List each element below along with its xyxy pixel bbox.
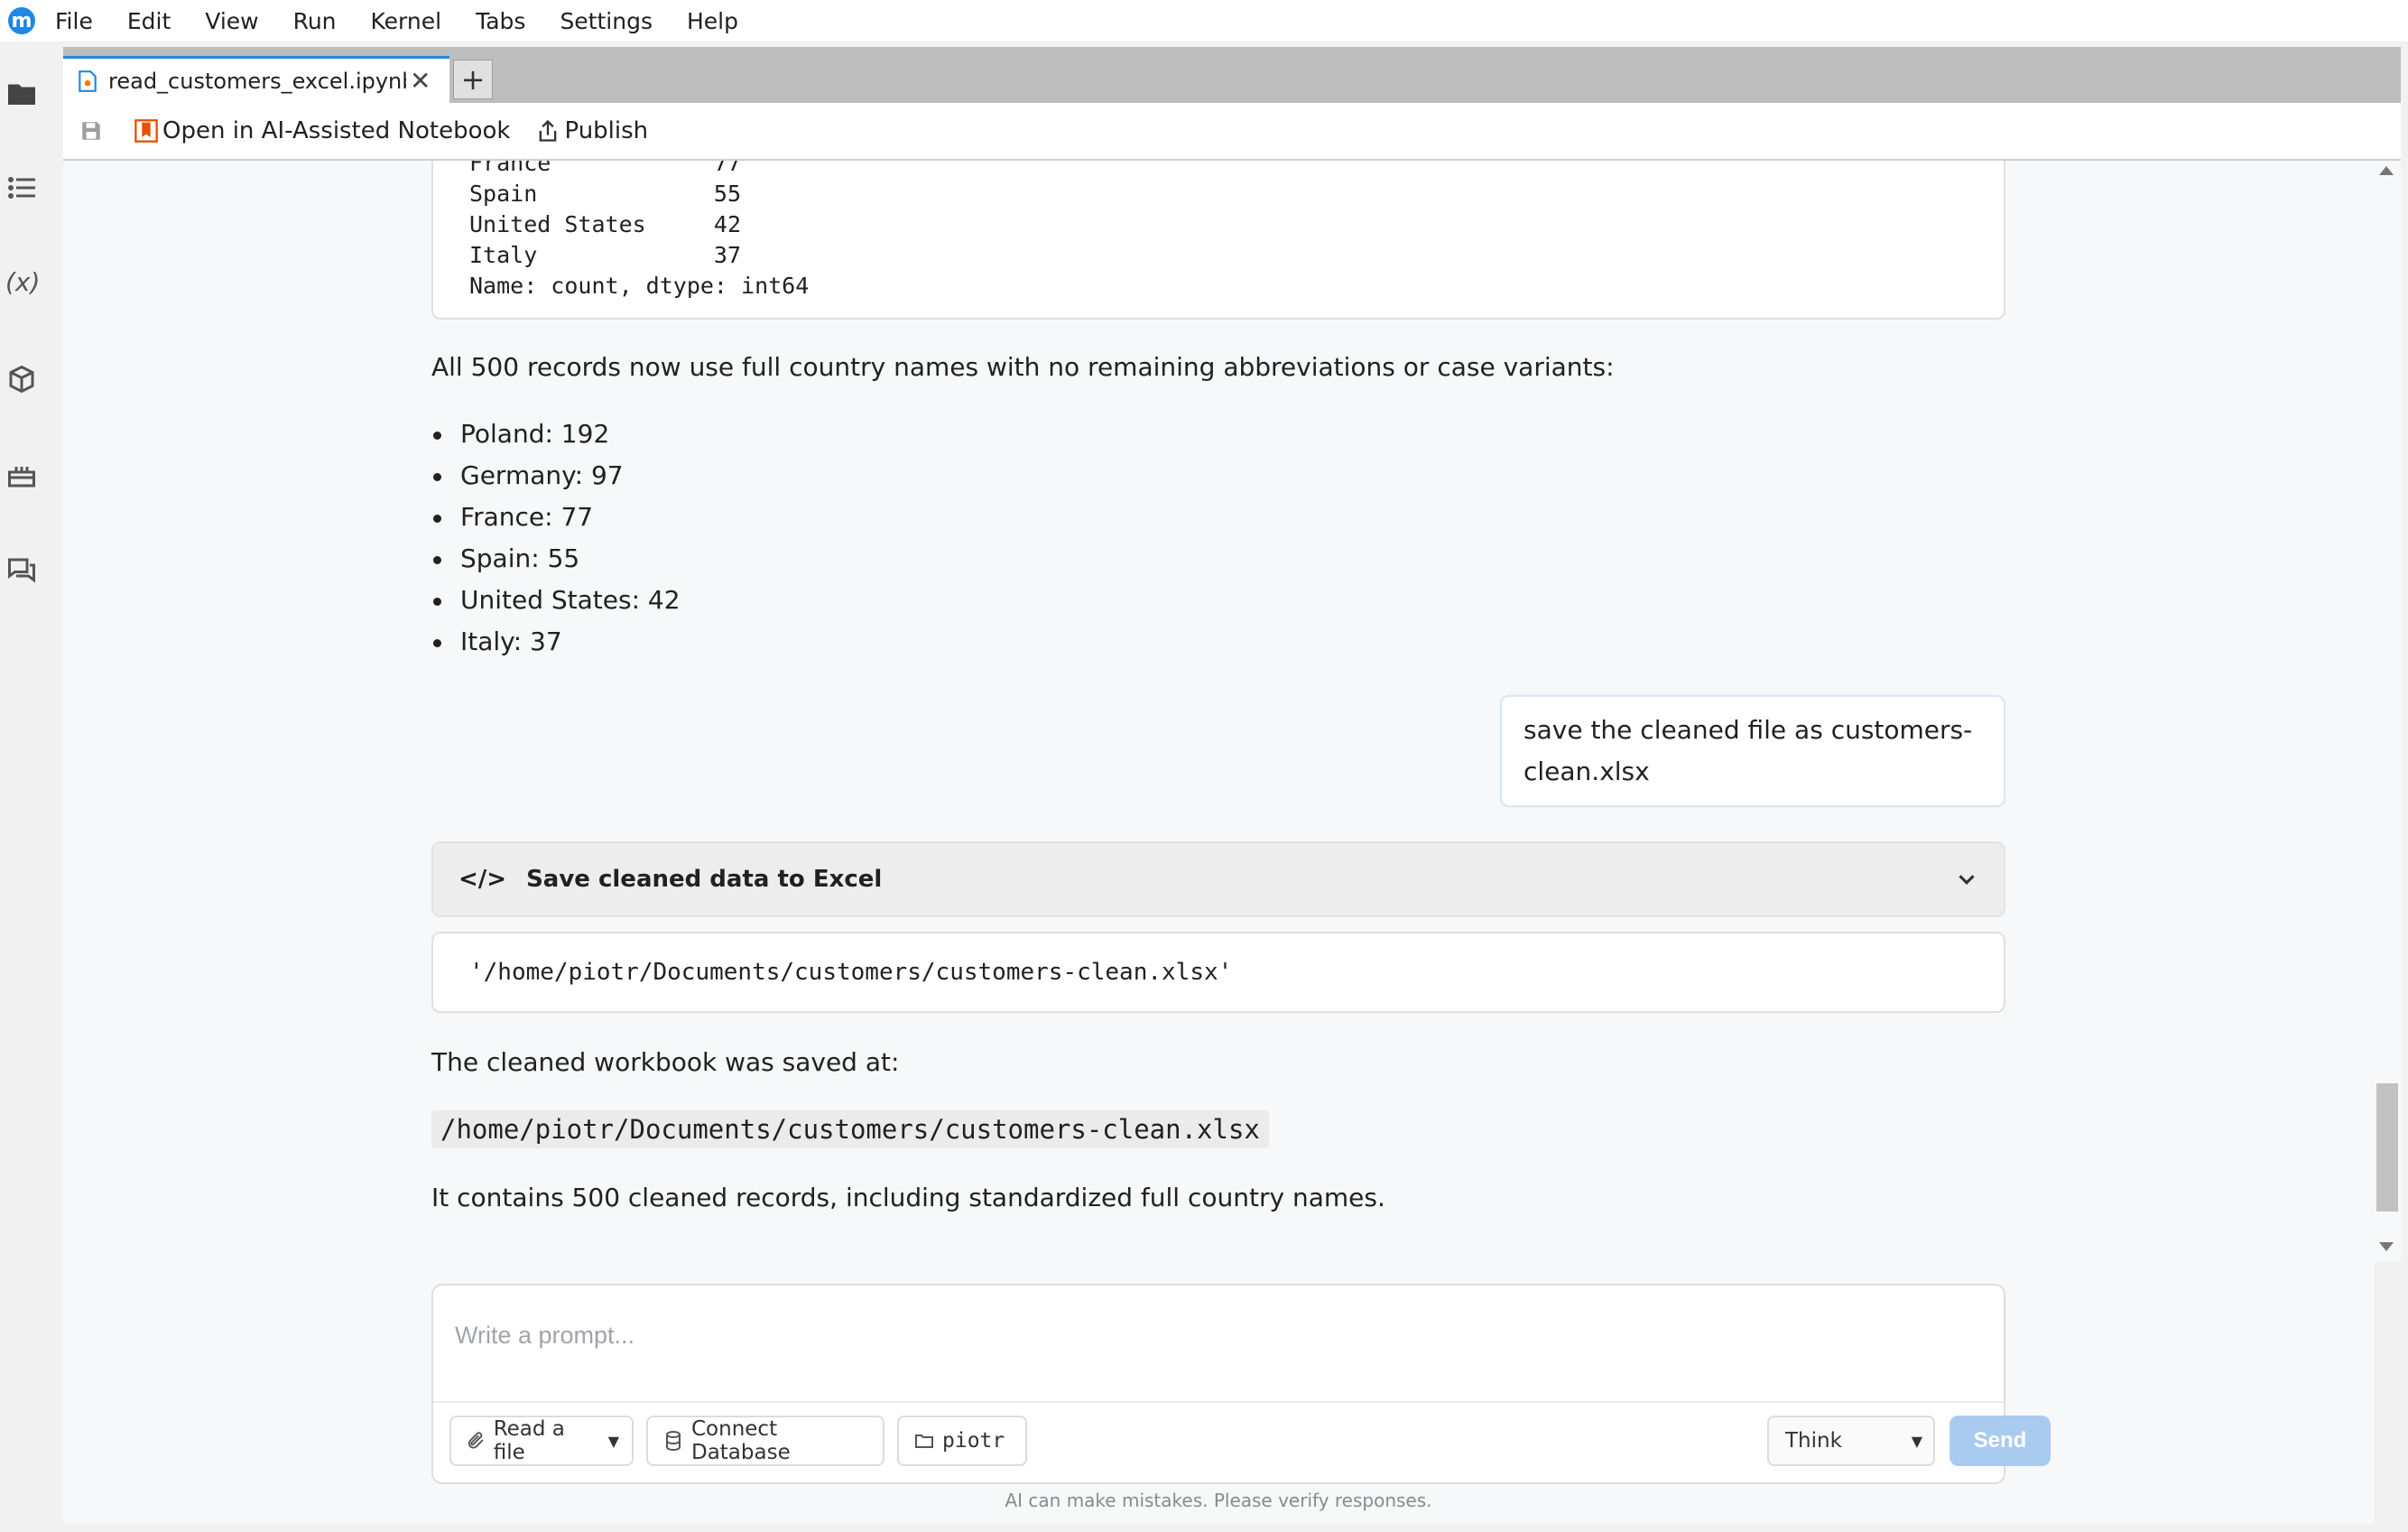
scroll-down-icon[interactable] <box>2379 1242 2394 1251</box>
contains-text: It contains 500 cleaned records, includi… <box>431 1183 1385 1212</box>
close-icon[interactable]: ✕ <box>410 66 431 96</box>
caret-down-icon: ▼ <box>607 1432 619 1450</box>
prompt-box: Read a file ▼ Connect Database piotr Thi… <box>431 1284 2051 1484</box>
think-select[interactable]: Think ▼ <box>1767 1416 1935 1466</box>
list-item: Italy: 37 <box>433 627 562 656</box>
menu-run[interactable]: Run <box>293 8 337 34</box>
output-line: France 77 <box>469 161 742 176</box>
share-icon <box>540 119 557 142</box>
list-item: Poland: 192 <box>432 419 610 449</box>
open-ai-notebook-label: Open in AI-Assisted Notebook <box>162 117 511 144</box>
list-item: France: 77 <box>432 502 594 532</box>
output-cell: France 77 Spain 55 United States 42 Ital… <box>431 161 2005 320</box>
caret-down-icon: ▼ <box>1911 1432 1922 1450</box>
scrollbar[interactable] <box>2374 161 2401 1262</box>
menu-view[interactable]: View <box>205 8 258 34</box>
new-tab-button[interactable]: + <box>453 60 493 99</box>
list-icon[interactable] <box>5 172 38 204</box>
publish-button[interactable]: Publish <box>535 117 648 144</box>
tab-bar: read_customers_excel.ipynb ✕ + <box>63 47 2401 103</box>
user-message: save the cleaned file as customers-clean… <box>1500 695 2005 807</box>
code-cell-header[interactable]: </> Save cleaned data to Excel <box>431 841 2005 917</box>
list-item: Spain: 55 <box>432 543 580 573</box>
bookmark-icon <box>134 119 158 143</box>
read-file-label: Read a file <box>493 1417 565 1464</box>
database-icon <box>665 1431 681 1451</box>
folder-button[interactable]: piotr <box>897 1416 1027 1466</box>
connect-database-button[interactable]: Connect Database <box>646 1416 884 1466</box>
output-line: Name: count, dtype: int64 <box>469 273 810 299</box>
tab-notebook[interactable]: read_customers_excel.ipynb ✕ <box>63 56 449 103</box>
notebook-content: France 77 Spain 55 United States 42 Ital… <box>63 161 2374 1524</box>
folder-icon[interactable] <box>5 78 38 110</box>
read-file-button[interactable]: Read a file ▼ <box>449 1416 634 1466</box>
send-button[interactable]: Send <box>1950 1416 2051 1466</box>
menu-file[interactable]: File <box>55 8 93 34</box>
disclaimer: AI can make mistakes. Please verify resp… <box>1005 1490 1432 1511</box>
summary-intro: All 500 records now use full country nam… <box>431 352 1615 382</box>
list-item: United States: 42 <box>433 585 681 615</box>
package-icon[interactable] <box>5 363 38 395</box>
code-result: '/home/piotr/Documents/customers/custome… <box>431 932 2005 1013</box>
code-cell-title: Save cleaned data to Excel <box>526 866 883 893</box>
prompt-divider <box>433 1401 2004 1403</box>
paperclip-icon <box>468 1432 484 1449</box>
prompt-input[interactable] <box>453 1307 1982 1363</box>
folder-label: piotr <box>942 1429 1005 1453</box>
menu-bar: m File Edit View Run Kernel Tabs Setting… <box>0 0 2408 42</box>
save-icon[interactable] <box>79 119 103 143</box>
code-icon: </> <box>458 866 507 893</box>
tab-label: read_customers_excel.ipynb <box>108 68 406 94</box>
folder-open-icon <box>915 1435 933 1448</box>
code-result-text: '/home/piotr/Documents/customers/custome… <box>469 959 1233 986</box>
open-ai-notebook-button[interactable]: Open in AI-Assisted Notebook <box>134 117 510 144</box>
saved-path: /home/piotr/Documents/customers/customer… <box>431 1110 1269 1148</box>
menu-edit[interactable]: Edit <box>127 8 171 34</box>
cake-icon[interactable] <box>5 459 38 491</box>
app-logo: m <box>8 7 35 34</box>
menu-kernel[interactable]: Kernel <box>371 8 442 34</box>
menu-settings[interactable]: Settings <box>560 8 653 34</box>
menu-help[interactable]: Help <box>687 8 738 34</box>
chevron-down-icon[interactable] <box>1953 866 1980 893</box>
publish-label: Publish <box>564 117 649 144</box>
list-item: Germany: 97 <box>433 460 624 490</box>
scrollbar-thumb[interactable] <box>2376 1083 2398 1212</box>
think-label: Think <box>1785 1429 1842 1453</box>
output-line: United States 42 <box>469 211 742 237</box>
saved-at-text: The cleaned workbook was saved at: <box>431 1047 900 1077</box>
chat-icon[interactable] <box>5 554 38 587</box>
menu-tabs[interactable]: Tabs <box>476 8 525 34</box>
scroll-up-icon[interactable] <box>2379 166 2394 175</box>
notebook-toolbar: Open in AI-Assisted Notebook Publish <box>63 103 2401 161</box>
connect-database-label: Connect Database <box>690 1417 791 1464</box>
output-line: Italy 37 <box>469 242 742 268</box>
notebook-icon <box>79 70 97 92</box>
variables-icon[interactable]: (x) <box>5 267 40 297</box>
left-sidebar: (x) <box>0 47 51 1532</box>
output-line: Spain 55 <box>469 181 742 207</box>
